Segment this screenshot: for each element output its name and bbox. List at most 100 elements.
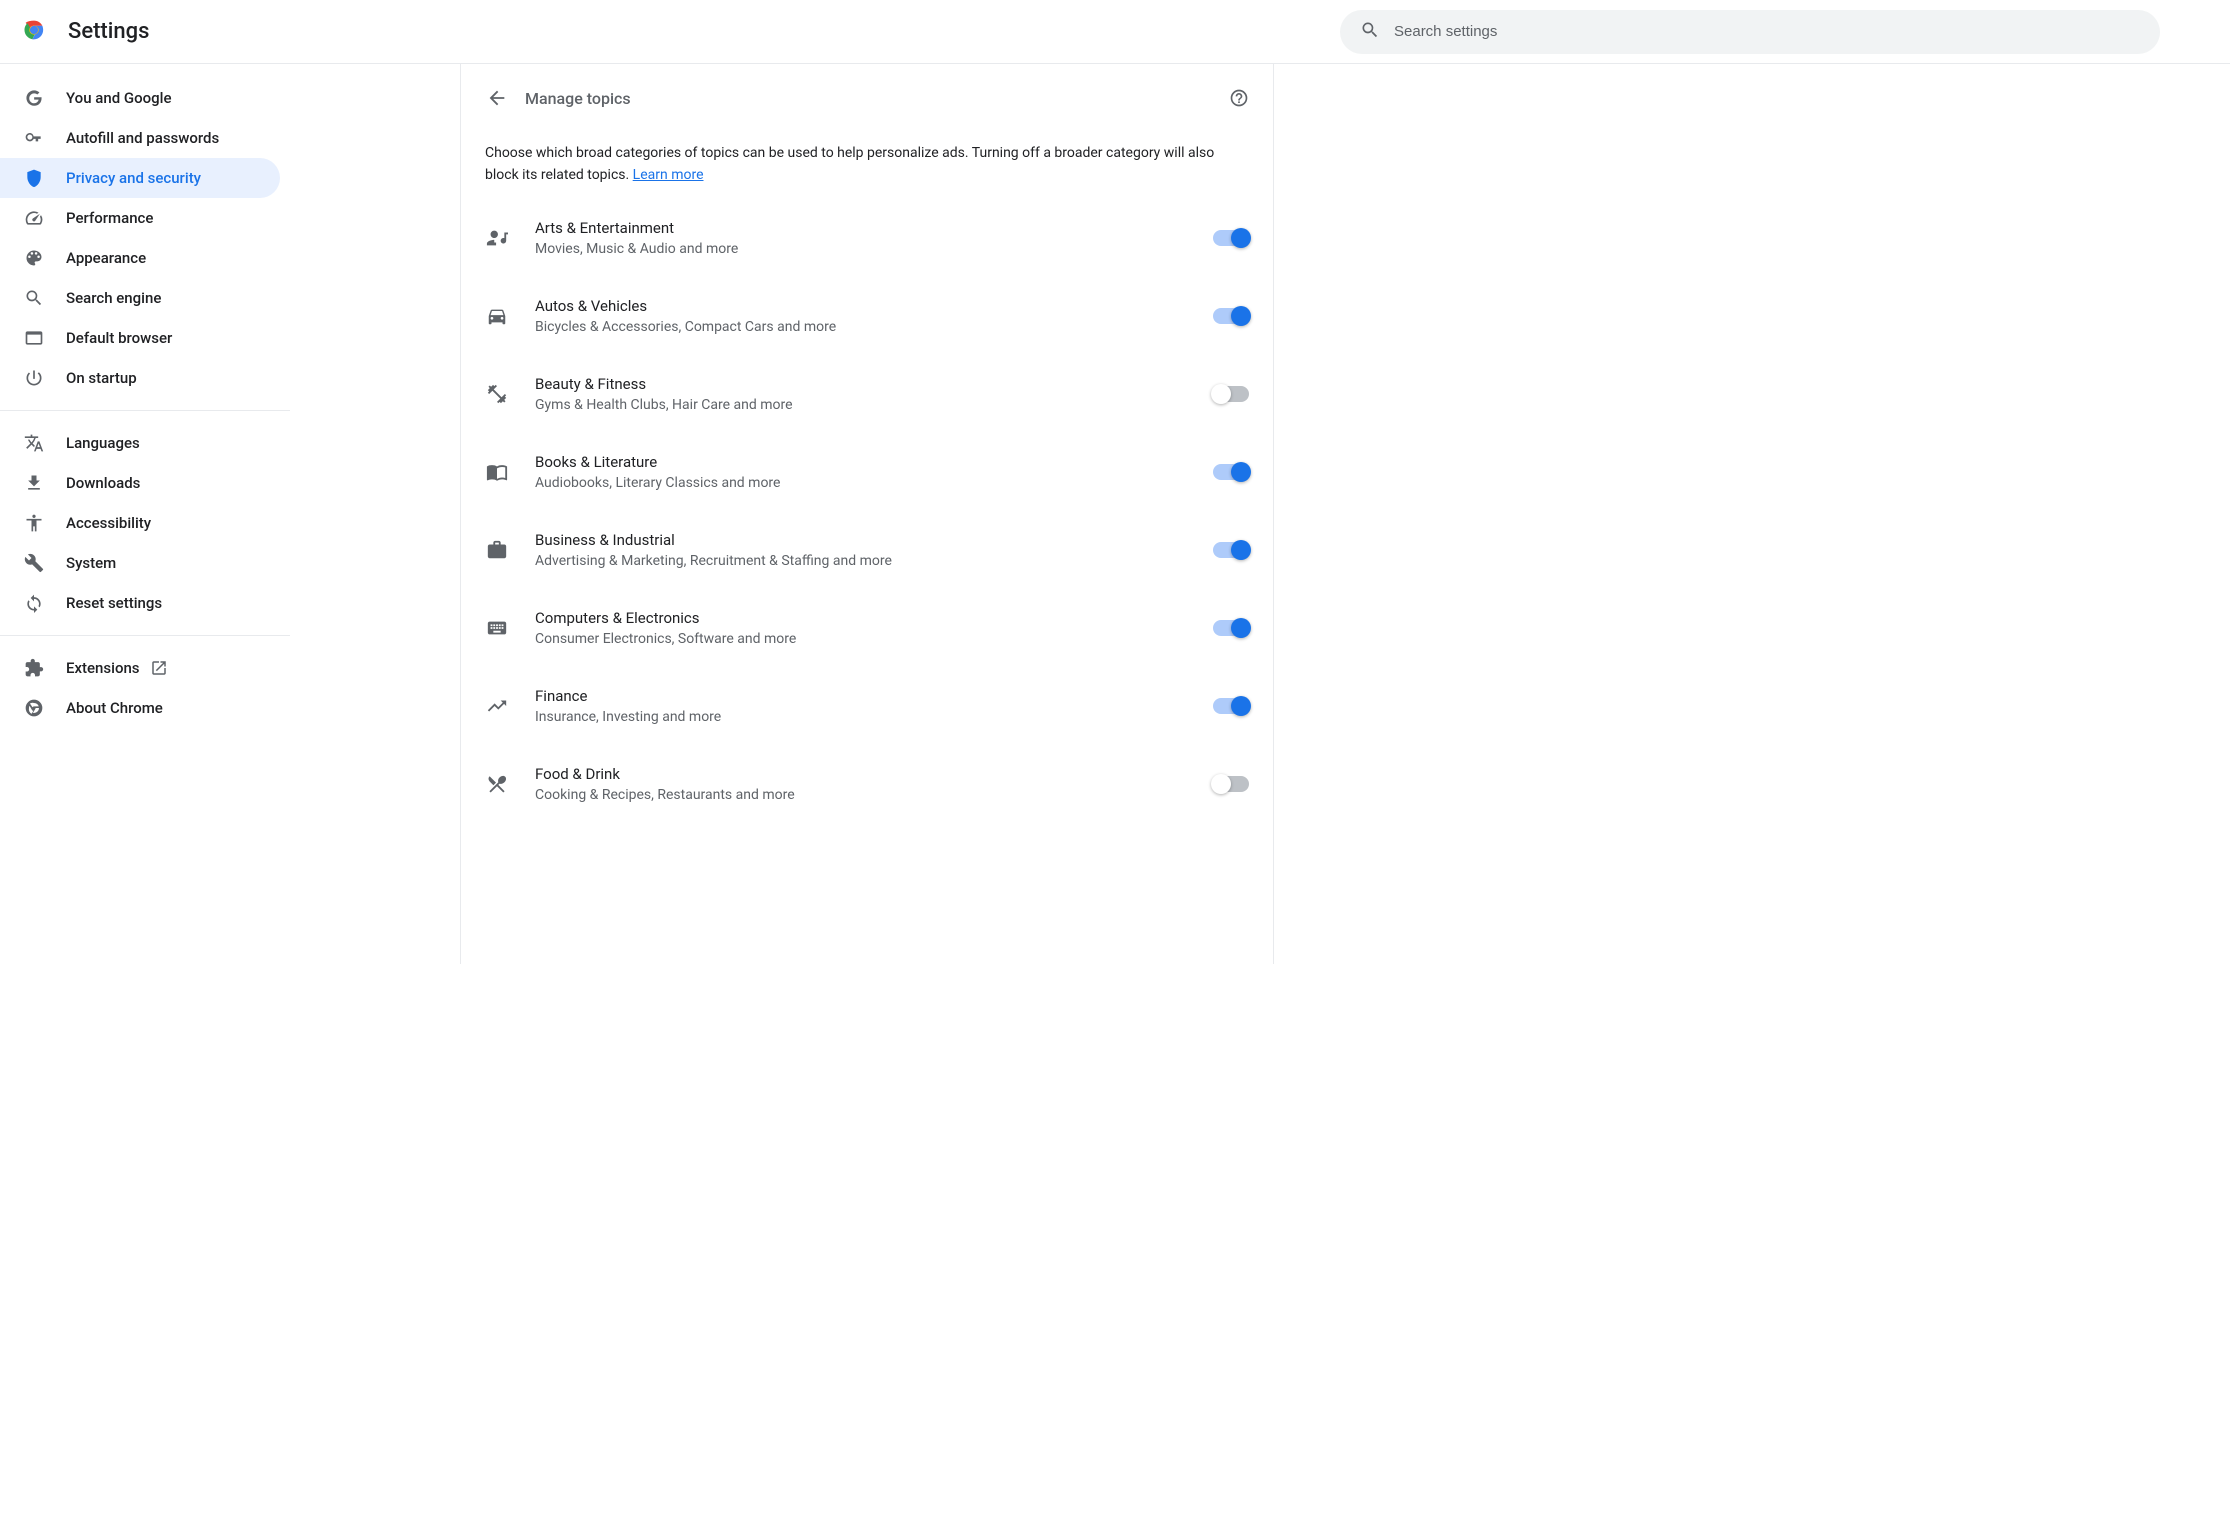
content-header: Manage topics <box>461 64 1273 118</box>
shield-icon <box>24 168 44 188</box>
page-title: Settings <box>68 19 149 44</box>
sidebar-item-privacy[interactable]: Privacy and security <box>0 158 280 198</box>
topic-title: Arts & Entertainment <box>535 219 1213 237</box>
browser-icon <box>24 328 44 348</box>
topic-row-autos: Autos & Vehicles Bicycles & Accessories, … <box>461 277 1273 355</box>
sidebar-item-label: Default browser <box>66 329 172 347</box>
topic-toggle-finance[interactable] <box>1213 698 1249 714</box>
sidebar-item-reset[interactable]: Reset settings <box>0 583 280 623</box>
book-icon <box>485 460 509 484</box>
sidebar-item-appearance[interactable]: Appearance <box>0 238 280 278</box>
sidebar-item-on-startup[interactable]: On startup <box>0 358 280 398</box>
sidebar-item-label: On startup <box>66 369 137 387</box>
search-icon <box>1360 20 1394 44</box>
topic-row-books: Books & Literature Audiobooks, Literary C… <box>461 433 1273 511</box>
extension-icon <box>24 658 44 678</box>
toggle-knob <box>1231 696 1251 716</box>
toggle-knob <box>1231 306 1251 326</box>
topic-subtitle: Consumer Electronics, Software and more <box>535 631 1213 647</box>
sidebar-item-system[interactable]: System <box>0 543 280 583</box>
topic-subtitle: Cooking & Recipes, Restaurants and more <box>535 787 1213 803</box>
topic-toggle-food[interactable] <box>1213 776 1249 792</box>
topic-subtitle: Advertising & Marketing, Recruitment & S… <box>535 553 1213 569</box>
sidebar-item-label: Extensions <box>66 659 140 677</box>
sidebar-item-label: Performance <box>66 209 153 227</box>
sidebar-item-search-engine[interactable]: Search engine <box>0 278 280 318</box>
sidebar-item-label: Autofill and passwords <box>66 129 219 147</box>
topic-subtitle: Gyms & Health Clubs, Hair Care and more <box>535 397 1213 413</box>
google-icon <box>24 88 44 108</box>
sidebar-item-downloads[interactable]: Downloads <box>0 463 280 503</box>
topic-title: Beauty & Fitness <box>535 375 1213 393</box>
search-icon <box>24 288 44 308</box>
topic-toggle-books[interactable] <box>1213 464 1249 480</box>
topic-row-arts: Arts & Entertainment Movies, Music & Audi… <box>461 199 1273 277</box>
topic-subtitle: Audiobooks, Literary Classics and more <box>535 475 1213 491</box>
topic-toggle-autos[interactable] <box>1213 308 1249 324</box>
sidebar-item-accessibility[interactable]: Accessibility <box>0 503 280 543</box>
topic-row-computers: Computers & ElectronicsConsumer Electron… <box>461 589 1273 667</box>
reset-icon <box>24 593 44 613</box>
sidebar-item-label: About Chrome <box>66 699 163 717</box>
topic-title: Food & Drink <box>535 765 1213 783</box>
sidebar-item-extensions[interactable]: Extensions <box>0 648 280 688</box>
briefcase-icon <box>485 538 509 562</box>
help-button[interactable] <box>1229 88 1249 108</box>
food-icon <box>485 772 509 796</box>
sidebar-item-label: Appearance <box>66 249 146 267</box>
person-music-icon <box>485 226 509 250</box>
sidebar-item-autofill[interactable]: Autofill and passwords <box>0 118 280 158</box>
content-description: Choose which broad categories of topics … <box>461 118 1273 199</box>
topic-row-business: Business & Industrial Advertising & Marke… <box>461 511 1273 589</box>
external-link-icon <box>150 659 168 677</box>
sidebar-item-about[interactable]: About Chrome <box>0 688 280 728</box>
download-icon <box>24 473 44 493</box>
sidebar-item-languages[interactable]: Languages <box>0 423 280 463</box>
search-settings-box[interactable] <box>1340 10 2160 54</box>
topic-toggle-business[interactable] <box>1213 542 1249 558</box>
topic-title: Autos & Vehicles <box>535 297 1213 315</box>
topic-subtitle: Movies, Music & Audio and more <box>535 241 1213 257</box>
sidebar-divider <box>0 410 290 411</box>
keyboard-icon <box>485 616 509 640</box>
toggle-knob <box>1231 618 1251 638</box>
toggle-knob <box>1211 774 1231 794</box>
topic-title: Business & Industrial <box>535 531 1213 549</box>
toggle-knob <box>1231 228 1251 248</box>
toggle-knob <box>1231 462 1251 482</box>
sidebar-item-performance[interactable]: Performance <box>0 198 280 238</box>
sidebar: You and Google Autofill and passwords Priv… <box>0 64 290 964</box>
speed-icon <box>24 208 44 228</box>
app-header: Settings <box>0 0 2230 64</box>
translate-icon <box>24 433 44 453</box>
sidebar-item-label: Search engine <box>66 289 161 307</box>
topic-toggle-arts[interactable] <box>1213 230 1249 246</box>
description-text: Choose which broad categories of topics … <box>485 145 1214 183</box>
sidebar-item-label: You and Google <box>66 89 171 107</box>
fitness-icon <box>485 382 509 406</box>
sidebar-divider <box>0 635 290 636</box>
chrome-icon <box>24 698 44 718</box>
sidebar-item-label: Downloads <box>66 474 140 492</box>
accessibility-icon <box>24 513 44 533</box>
toggle-knob <box>1211 384 1231 404</box>
car-icon <box>485 304 509 328</box>
sidebar-item-label: Accessibility <box>66 514 151 532</box>
key-icon <box>24 128 44 148</box>
topic-toggle-beauty[interactable] <box>1213 386 1249 402</box>
wrench-icon <box>24 553 44 573</box>
sidebar-item-default-browser[interactable]: Default browser <box>0 318 280 358</box>
palette-icon <box>24 248 44 268</box>
sidebar-item-label: Privacy and security <box>66 169 201 187</box>
back-button[interactable] <box>485 86 509 110</box>
power-icon <box>24 368 44 388</box>
learn-more-link[interactable]: Learn more <box>633 167 704 183</box>
sidebar-item-you-and-google[interactable]: You and Google <box>0 78 280 118</box>
topic-toggle-computers[interactable] <box>1213 620 1249 636</box>
topic-row-food: Food & Drink Cooking & Recipes, Restauran… <box>461 745 1273 823</box>
search-input[interactable] <box>1394 23 2140 40</box>
topic-title: Books & Literature <box>535 453 1213 471</box>
topic-row-beauty: Beauty & Fitness Gyms & Health Clubs, Hai… <box>461 355 1273 433</box>
topic-row-finance: FinanceInsurance, Investing and more <box>461 667 1273 745</box>
topic-subtitle: Bicycles & Accessories, Compact Cars and… <box>535 319 1213 335</box>
